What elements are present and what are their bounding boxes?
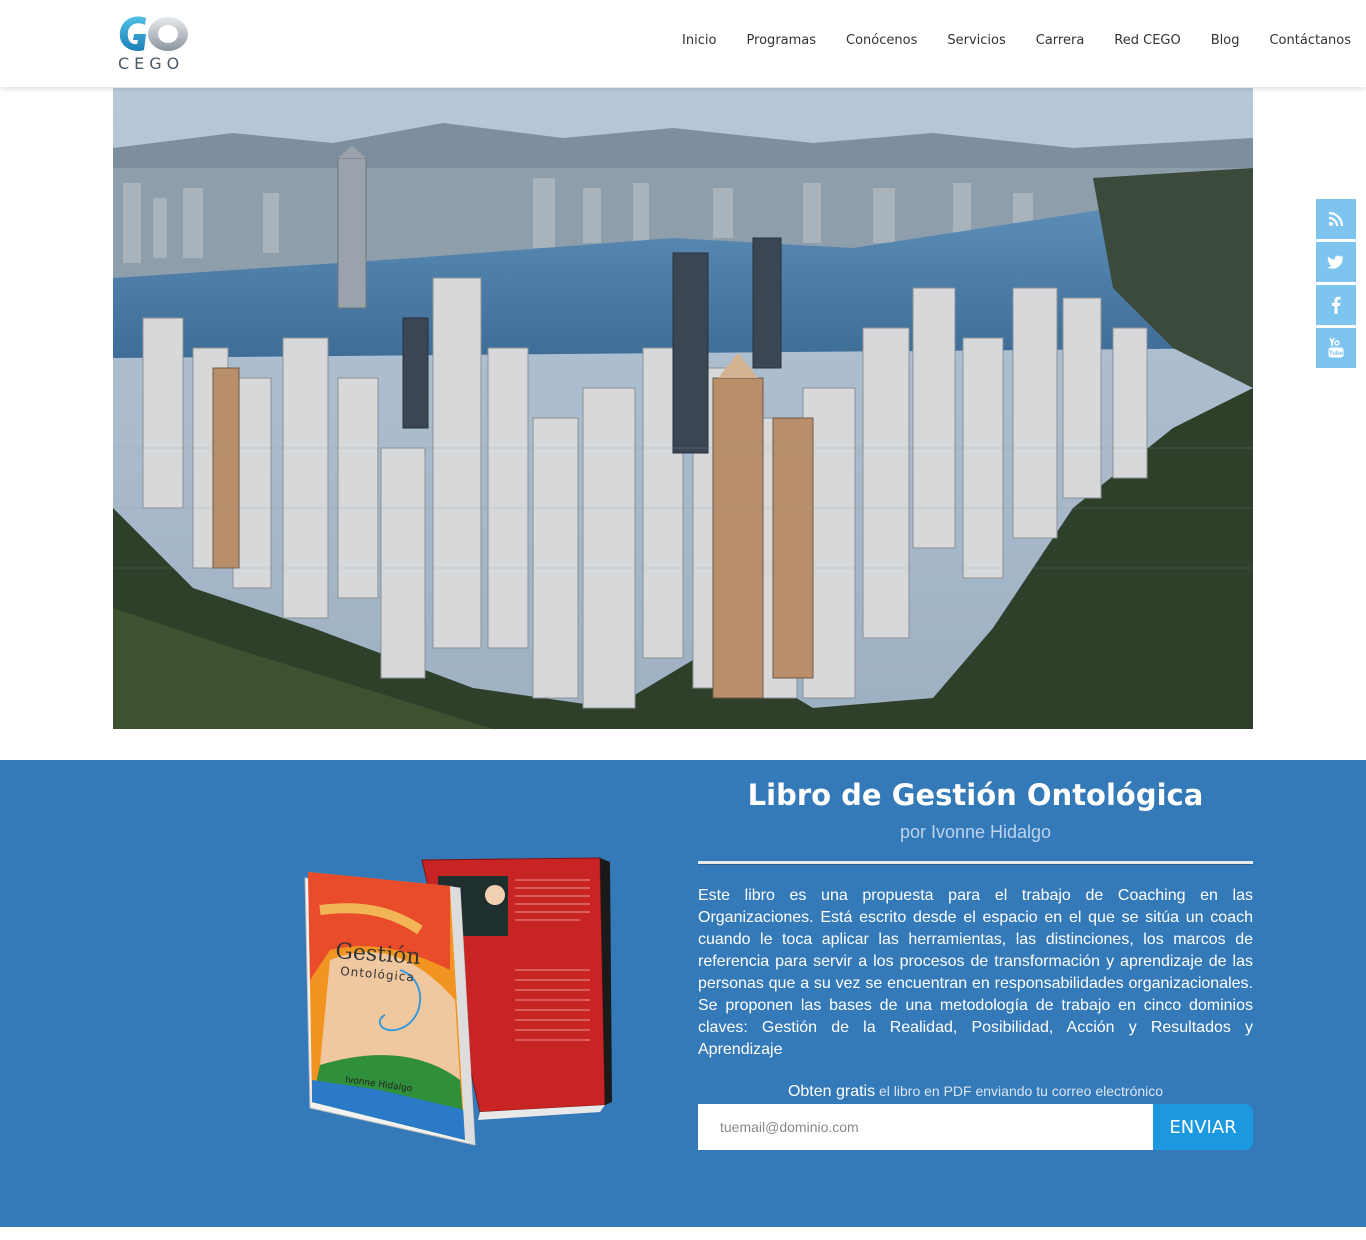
- nav-servicios[interactable]: Servicios: [947, 33, 1005, 48]
- city-skyline-image: [113, 88, 1253, 729]
- nav-red-cego[interactable]: Red CEGO: [1114, 33, 1180, 48]
- hero-image: [113, 88, 1253, 729]
- social-bar: Tube: [1316, 199, 1356, 371]
- rss-button[interactable]: [1316, 199, 1356, 239]
- email-field[interactable]: [698, 1104, 1153, 1150]
- main-nav: Inicio Programas Conócenos Servicios Car…: [652, 33, 1351, 48]
- twitter-button[interactable]: [1316, 242, 1356, 282]
- twitter-icon: [1327, 255, 1344, 269]
- book-title: Libro de Gestión Ontológica: [747, 778, 1204, 812]
- send-button[interactable]: ENVIAR: [1153, 1104, 1253, 1150]
- nav-inicio[interactable]: Inicio: [682, 33, 716, 48]
- svg-text:Tube: Tube: [1329, 351, 1344, 357]
- divider: [698, 861, 1253, 864]
- go-logo-mark: [119, 16, 188, 52]
- book-section: Gestión Ontológica Ivonne Hidalgo Libro …: [0, 760, 1366, 1227]
- promo-rest: el libro en PDF enviando tu correo elect…: [875, 1083, 1164, 1099]
- nav-conocenos[interactable]: Conócenos: [846, 33, 917, 48]
- nav-contactanos[interactable]: Contáctanos: [1269, 33, 1351, 48]
- nav-blog[interactable]: Blog: [1211, 33, 1240, 48]
- youtube-icon: Tube: [1328, 338, 1344, 358]
- rss-icon: [1328, 211, 1344, 227]
- promo-strong: Obten gratis: [787, 1083, 876, 1100]
- cego-logo[interactable]: CEGO: [116, 12, 192, 74]
- facebook-button[interactable]: [1316, 285, 1356, 325]
- nav-carrera[interactable]: Carrera: [1036, 33, 1085, 48]
- site-header: CEGO Inicio Programas Conócenos Servicio…: [0, 0, 1366, 87]
- youtube-button[interactable]: Tube: [1316, 328, 1356, 368]
- promo-text: Obten gratis el libro en PDF enviando tu…: [698, 1083, 1253, 1101]
- logo-text: CEGO: [118, 54, 185, 73]
- facebook-icon: [1332, 296, 1341, 314]
- nav-programas[interactable]: Programas: [746, 33, 816, 48]
- book-author: por Ivonne Hidalgo: [899, 822, 1052, 842]
- book-cover-image: Gestión Ontológica Ivonne Hidalgo: [304, 857, 612, 1146]
- book-description: Este libro es una propuesta para el trab…: [698, 887, 1253, 1058]
